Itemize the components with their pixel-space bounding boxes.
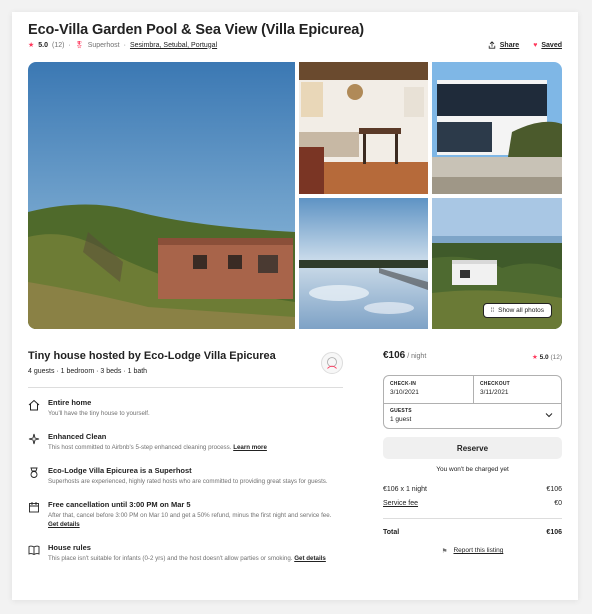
listing-meta: ★ 5.0 (12) · 🎖 Superhost · Sesimbra, Set… (28, 41, 217, 50)
share-button[interactable]: Share (488, 41, 519, 49)
booking-review-count[interactable]: (12) (550, 354, 562, 361)
feature-desc: You'll have the tiny house to yourself. (48, 410, 150, 417)
main-photo[interactable] (28, 62, 295, 329)
medal-icon: 🎖 (74, 42, 84, 49)
fee-row: Service fee €0 (383, 500, 562, 507)
feature-title: Entire home (48, 398, 92, 407)
pool-photo[interactable] (299, 198, 428, 329)
feature-desc: This place isn't suitable for infants (0… (48, 554, 293, 562)
divider (383, 518, 562, 519)
exterior-photo[interactable] (432, 62, 562, 194)
sparkle-icon (28, 433, 40, 445)
save-button[interactable]: ♥ Saved (533, 41, 562, 49)
host-summary: 4 guests · 1 bedroom · 3 beds · 1 bath (28, 368, 148, 375)
feature-title: House rules (48, 542, 91, 552)
service-fee-link[interactable]: Service fee (383, 500, 418, 507)
calendar-icon (29, 501, 39, 513)
features-list: Entire home You'll have the tiny house t… (28, 398, 343, 564)
date-guest-picker: CHECK-IN 3/10/2021 CHECKOUT 3/11/2021 GU… (383, 375, 562, 429)
learn-more-link[interactable]: Learn more (233, 444, 267, 451)
chevron-down-icon[interactable] (545, 411, 553, 419)
top-actions: Share ♥ Saved (488, 41, 562, 49)
share-label: Share (499, 41, 520, 49)
nightly-label: €106 x 1 night (383, 486, 427, 493)
grid-icon: ⁞⁞ (490, 307, 495, 314)
show-all-photos-button[interactable]: ⁞⁞ Show all photos (482, 303, 552, 318)
nightly-row: €106 x 1 night €106 (383, 486, 562, 493)
superhost-label: Superhost (87, 41, 120, 49)
feature-item: Free cancellation until 3:00 PM on Mar 5… (28, 500, 343, 530)
checkout-value: 3/11/2021 (480, 389, 509, 396)
medal-icon (30, 467, 38, 478)
booking-rating-value: 5.0 (539, 354, 549, 361)
feature-title: Enhanced Clean (48, 431, 107, 441)
checkout-field[interactable]: CHECKOUT 3/11/2021 (474, 376, 563, 401)
feature-item: Eco-Lodge Villa Epicurea is a Superhost … (28, 466, 343, 487)
flag-icon: ⚑ (441, 548, 448, 555)
host-title: Tiny house hosted by Eco-Lodge Villa Epi… (28, 350, 276, 362)
location-link[interactable]: Sesimbra, Setubal, Portugal (130, 42, 217, 49)
report-listing[interactable]: ⚑ Report this listing (383, 547, 562, 555)
share-icon (488, 41, 495, 49)
get-details-link[interactable]: Get details (48, 521, 80, 528)
show-all-photos-label: Show all photos (498, 307, 544, 314)
total-value: €106 (546, 529, 562, 536)
separator-dot: · (68, 41, 71, 49)
fee-value: €0 (554, 500, 562, 507)
feature-desc: This host committed to Airbnb's 5-step e… (48, 443, 232, 451)
get-details-link[interactable]: Get details (294, 555, 326, 562)
rating-value: 5.0 (38, 41, 49, 49)
guests-value: 1 guest (390, 416, 412, 423)
checkin-value: 3/10/2021 (390, 389, 419, 396)
total-label: Total (383, 529, 400, 536)
feature-item: Enhanced Clean This host committed to Ai… (28, 432, 343, 453)
feature-title: Free cancellation until 3:00 PM on Mar 5 (48, 499, 191, 509)
guests-field[interactable]: GUESTS 1 guest (384, 403, 561, 428)
checkout-label: CHECKOUT (480, 381, 510, 387)
feature-title: Eco-Lodge Villa Epicurea is a Superhost (48, 465, 192, 475)
book-icon (28, 545, 40, 555)
reserve-button[interactable]: Reserve (383, 437, 562, 459)
total-row: Total €106 (383, 529, 562, 536)
per-night-label: / night (405, 353, 427, 360)
interior-photo[interactable] (299, 62, 428, 194)
report-label: Report this listing (453, 547, 504, 554)
guests-label: GUESTS (390, 408, 412, 414)
star-icon: ★ (531, 354, 538, 361)
star-icon: ★ (28, 42, 35, 49)
heart-icon: ♥ (533, 41, 538, 49)
nightly-value: €106 (546, 486, 562, 493)
checkin-label: CHECK-IN (390, 381, 417, 387)
feature-item: House rules This place isn't suitable fo… (28, 543, 343, 564)
listing-card: Eco-Villa Garden Pool & Sea View (Villa … (12, 12, 578, 600)
host-avatar[interactable] (321, 352, 343, 374)
booking-panel: €106 / night ★ 5.0 (12) CHECK-IN 3/10/20… (383, 350, 562, 555)
checkin-field[interactable]: CHECK-IN 3/10/2021 (384, 376, 473, 401)
listing-title: Eco-Villa Garden Pool & Sea View (Villa … (28, 22, 364, 38)
review-count[interactable]: (12) (52, 42, 64, 49)
charge-note: You won't be charged yet (436, 466, 509, 473)
booking-rating: ★ 5.0 (12) (532, 353, 562, 361)
listing-details: Tiny house hosted by Eco-Lodge Villa Epi… (28, 350, 343, 577)
price-value: €106 (383, 350, 406, 361)
feature-desc: After that, cancel before 3:00 PM on Mar… (48, 511, 332, 519)
saved-label: Saved (541, 41, 562, 49)
photo-gallery: ⁞⁞ Show all photos (28, 62, 562, 329)
feature-desc: Superhosts are experienced, highly rated… (48, 477, 328, 485)
home-icon (28, 399, 40, 411)
separator-dot: · (123, 41, 126, 49)
divider (28, 387, 343, 388)
feature-item: Entire home You'll have the tiny house t… (28, 398, 343, 419)
